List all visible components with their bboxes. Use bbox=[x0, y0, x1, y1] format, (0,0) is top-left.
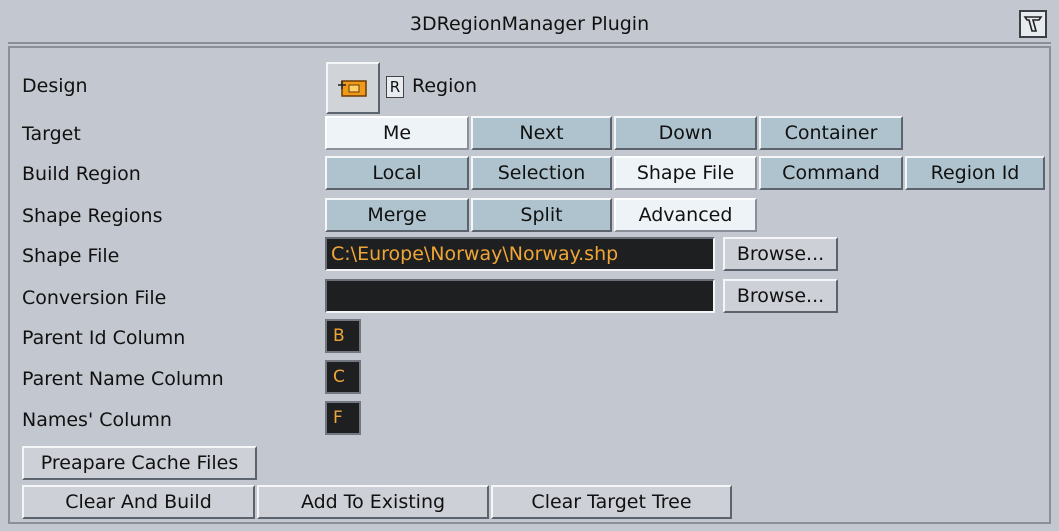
shape-regions-label: Shape Regions bbox=[22, 205, 163, 227]
region-design-icon[interactable] bbox=[326, 62, 380, 114]
target-down-button[interactable]: Down bbox=[614, 116, 757, 150]
design-name: Region bbox=[412, 75, 478, 97]
build-selection-button[interactable]: Selection bbox=[471, 156, 612, 190]
conversion-file-input[interactable] bbox=[325, 279, 715, 313]
build-region-id-button[interactable]: Region Id bbox=[905, 156, 1045, 190]
build-region-label: Build Region bbox=[22, 163, 141, 185]
conversion-file-label: Conversion File bbox=[22, 287, 167, 309]
plugin-icon[interactable] bbox=[1019, 10, 1047, 38]
design-label: Design bbox=[22, 75, 88, 97]
clear-and-build-button[interactable]: Clear And Build bbox=[22, 485, 255, 519]
target-container-button[interactable]: Container bbox=[759, 116, 903, 150]
target-next-button[interactable]: Next bbox=[471, 116, 612, 150]
window-title: 3DRegionManager Plugin bbox=[409, 13, 650, 35]
shape-file-input[interactable]: C:\Europe\Norway\Norway.shp bbox=[325, 237, 715, 271]
prepare-cache-files-button[interactable]: Preapare Cache Files bbox=[22, 446, 257, 480]
shape-advanced-button[interactable]: Advanced bbox=[614, 198, 757, 232]
clear-target-tree-button[interactable]: Clear Target Tree bbox=[491, 485, 732, 519]
shape-split-button[interactable]: Split bbox=[471, 198, 612, 232]
add-to-existing-button[interactable]: Add To Existing bbox=[257, 485, 489, 519]
region-r-button[interactable]: R bbox=[386, 76, 404, 98]
shape-file-browse-button[interactable]: Browse... bbox=[723, 237, 838, 271]
shape-file-label: Shape File bbox=[22, 245, 120, 267]
parent-name-column-input[interactable]: C bbox=[325, 360, 361, 394]
build-local-button[interactable]: Local bbox=[325, 156, 469, 190]
target-label: Target bbox=[22, 123, 81, 145]
build-command-button[interactable]: Command bbox=[759, 156, 903, 190]
target-me-button[interactable]: Me bbox=[325, 116, 469, 150]
conversion-file-browse-button[interactable]: Browse... bbox=[723, 279, 838, 313]
names-column-input[interactable]: F bbox=[325, 401, 361, 435]
names-column-label: Names' Column bbox=[22, 409, 172, 431]
title-bar: 3DRegionManager Plugin bbox=[8, 6, 1051, 44]
parent-name-column-label: Parent Name Column bbox=[22, 368, 224, 390]
parent-id-column-input[interactable]: B bbox=[325, 319, 361, 353]
parent-id-column-label: Parent Id Column bbox=[22, 327, 186, 349]
shape-merge-button[interactable]: Merge bbox=[325, 198, 469, 232]
build-shape-file-button[interactable]: Shape File bbox=[614, 156, 757, 190]
